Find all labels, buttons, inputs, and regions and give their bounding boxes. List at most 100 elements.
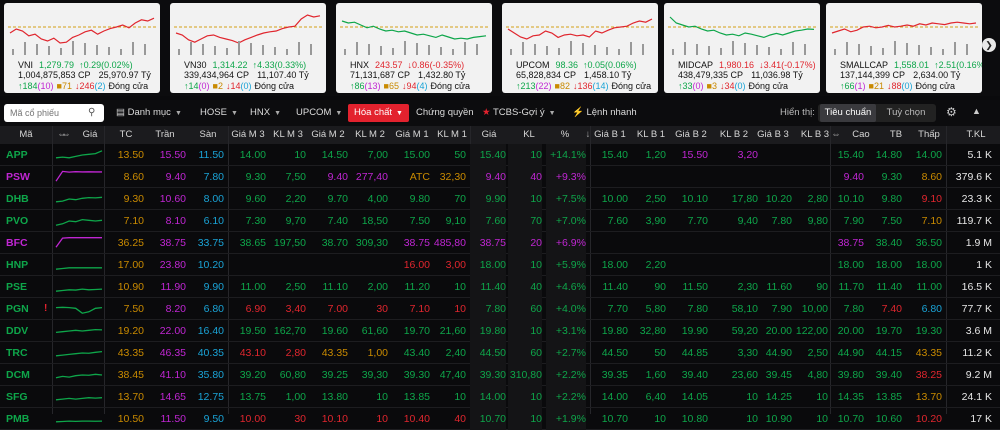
table-row[interactable]: BFC 36.25 38.75 33.75 38.65 197,50 38.70 309,30… — [0, 232, 1000, 254]
symbol[interactable]: DDV — [6, 320, 42, 342]
volume-bar — [380, 46, 382, 55]
column-header[interactable]: T.KL — [956, 126, 996, 144]
cell-klm1: 50 — [454, 149, 466, 161]
tab-tcbs[interactable]: ★ TCBS-Gợi ý ▼ — [482, 104, 556, 122]
column-header[interactable]: KL M 3 — [270, 126, 306, 144]
column-header[interactable]: KL M 1 — [432, 126, 472, 144]
tab-hoa-chat[interactable]: Hóa chất ▼ — [348, 104, 409, 122]
cell-gia: 14.00 — [470, 386, 506, 408]
column-header[interactable]: Trần — [150, 126, 180, 144]
column-header[interactable]: Cao — [842, 126, 880, 144]
index-card-vni[interactable]: VNI 1,279.79 ↑0.29(0.02%) 1,004,875,853 CP 2… — [4, 3, 160, 93]
column-header[interactable]: KL — [512, 126, 546, 144]
column-header[interactable]: KL B 3 — [796, 126, 834, 144]
column-header[interactable]: KL B 1 — [632, 126, 670, 144]
column-header[interactable]: KL B 2 — [712, 126, 756, 144]
view-custom-button[interactable]: Tuỳ chọn — [878, 104, 934, 122]
column-header[interactable]: Giá M 1 — [392, 126, 432, 144]
expand-icon[interactable]: ⇔ — [830, 126, 842, 144]
menu-label: HOSE — [200, 107, 227, 118]
table-row[interactable]: PVO 7.10 8.10 6.10 7.30 9,70 7.40 18,50 7.50 9,10… — [0, 210, 1000, 232]
table-row[interactable]: TRC 43.35 46.35 40.35 43.10 2,80 43.35 1,00 43.4… — [0, 342, 1000, 364]
cell-pct: +7.0% — [546, 210, 586, 232]
index-card-vn30[interactable]: VN30 1,314.22 ↑4.33(0.33%) 339,434,964 CP 11… — [170, 3, 326, 93]
table-row[interactable]: DCM 38.45 41.10 35.80 39.20 60,80 39.25 39,30 39… — [0, 364, 1000, 386]
column-header[interactable]: Sàn — [196, 126, 220, 144]
index-card-hnx[interactable]: HNX 243.57 ↓0.86(-0.35%) 71,131,687 CP 1,432… — [336, 3, 492, 93]
cell-gia: 10.70 — [470, 408, 506, 430]
index-line2: 339,434,964 CP 11,107.40 Tỷ — [184, 70, 309, 80]
gear-icon[interactable]: ⚙ — [946, 105, 957, 119]
symbol[interactable]: TRC — [6, 342, 42, 364]
cell-gm3: 11.00 — [240, 281, 267, 293]
chevron-right-icon[interactable]: ❯ — [982, 38, 996, 52]
symbol[interactable]: PSE — [6, 276, 42, 298]
expand-icon[interactable]: ⇔ — [60, 126, 72, 144]
tab-chung-quyen[interactable]: Chứng quyền — [416, 104, 474, 122]
volume-bar — [630, 42, 632, 55]
cell-thap: 36.50 — [915, 237, 942, 249]
cell-gia: 44.50 — [470, 342, 506, 364]
column-header[interactable]: Giá — [474, 126, 504, 144]
search-icon[interactable]: ⚲ — [88, 107, 100, 119]
volume-bar — [672, 49, 674, 55]
collapse-icon[interactable]: ▲ — [972, 106, 981, 116]
symbol[interactable]: PGN — [6, 298, 42, 320]
cell-klm1: 10 — [454, 303, 466, 315]
quick-order-button[interactable]: ⚡ Lệnh nhanh — [572, 104, 637, 122]
column-header[interactable]: TB — [880, 126, 912, 144]
symbol[interactable]: DHB — [6, 188, 42, 210]
symbol[interactable]: SFG — [6, 386, 42, 408]
table-row[interactable]: APP 13.50 15.50 11.50 14.00 10 14.50 7,00 15.00 5… — [0, 144, 1000, 166]
cell-kl: 310,80 — [508, 364, 542, 386]
index-card-midcap[interactable]: MIDCAP 1,980.16 ↓3.41(-0.17%) 438,479,335 C… — [664, 3, 820, 93]
sort-icon[interactable]: ↓ — [582, 126, 594, 144]
symbol[interactable]: PSW — [6, 166, 42, 188]
index-card-smallcap[interactable]: SMALLCAP1,558.01↑2.51(0.16%)137,144,399 … — [826, 3, 982, 93]
symbol[interactable]: DCM — [6, 364, 42, 386]
cell-gm2: 19.60 — [321, 325, 348, 337]
column-header[interactable]: Giá — [80, 126, 100, 144]
cell-gm3: 9.30 — [245, 171, 266, 183]
symbol[interactable]: HNP — [6, 254, 42, 276]
column-header[interactable]: Thấp — [912, 126, 946, 144]
column-header[interactable]: TC — [116, 126, 136, 144]
column-header[interactable]: % — [552, 126, 578, 144]
cell-klb3: 90 — [816, 281, 828, 293]
column-header[interactable]: Giá B 3 — [754, 126, 792, 144]
view-standard-button[interactable]: Tiêu chuẩn — [820, 104, 876, 122]
column-header[interactable]: Giá B 1 — [590, 126, 630, 144]
table-row[interactable]: HNP 17.00 23.80 10.20 16.00 3,00 18.00 10 +5.9% 1… — [0, 254, 1000, 276]
symbol[interactable]: PMB — [6, 408, 42, 430]
cell-gm3: 10.00 — [239, 413, 266, 425]
table-row[interactable]: PSW 8.60 9.40 7.80 9.30 7,50 9.40 277,40 ATC 32,3… — [0, 166, 1000, 188]
table-row[interactable]: SFG 13.70 14.65 12.75 13.75 1,00 13.80 10 13.85 1… — [0, 386, 1000, 408]
symbol[interactable]: PVO — [6, 210, 42, 232]
column-header[interactable]: Giá M 3 — [228, 126, 268, 144]
menu-0[interactable]: ▤ Danh mục ▼ — [116, 104, 182, 122]
cell-gb3: 14.25 — [765, 391, 792, 403]
symbol[interactable]: BFC — [6, 232, 42, 254]
cell-klb1: 6,40 — [645, 391, 666, 403]
decliners: 88 — [891, 81, 902, 91]
menu-2[interactable]: HNX ▼ — [250, 104, 281, 122]
symbol[interactable]: APP — [6, 144, 42, 166]
menu-3[interactable]: UPCOM ▼ — [296, 104, 342, 122]
table-row[interactable]: DHB 9.30 10.60 8.00 9.60 2,20 9.70 4,00 9.80 70 9.… — [0, 188, 1000, 210]
column-header[interactable]: Mã — [6, 126, 46, 144]
table-row[interactable]: PGN! 7.50 8.20 6.80 6.90 3,40 7.00 30 7.10 10 7.80… — [0, 298, 1000, 320]
cell-gm1: 13.85 — [403, 391, 430, 403]
cell-thap: 13.70 — [915, 391, 942, 403]
column-header[interactable]: Giá B 2 — [672, 126, 710, 144]
cell-klm2: 18,50 — [361, 215, 388, 227]
cell-gia: 15.40 — [470, 144, 506, 166]
cell-gb1: 10.00 — [601, 193, 628, 205]
menu-1[interactable]: HOSE ▼ — [200, 104, 238, 122]
cell-pct: +3.1% — [546, 320, 586, 342]
index-card-upcom[interactable]: UPCOM 98.36 ↑0.05(0.06%) 65,828,834 CP 1,458… — [502, 3, 658, 93]
table-row[interactable]: PMB 10.50 11.50 9.50 10.00 30 10.10 10 10.40 40 10… — [0, 408, 1000, 430]
column-header[interactable]: Giá M 2 — [308, 126, 348, 144]
table-row[interactable]: DDV 19.20 22.00 16.40 19.50 162,70 19.60 61,60 1… — [0, 320, 1000, 342]
column-header[interactable]: KL M 2 — [350, 126, 390, 144]
table-row[interactable]: PSE 10.90 11.90 9.90 11.00 2,50 11.10 2,00 11.20… — [0, 276, 1000, 298]
